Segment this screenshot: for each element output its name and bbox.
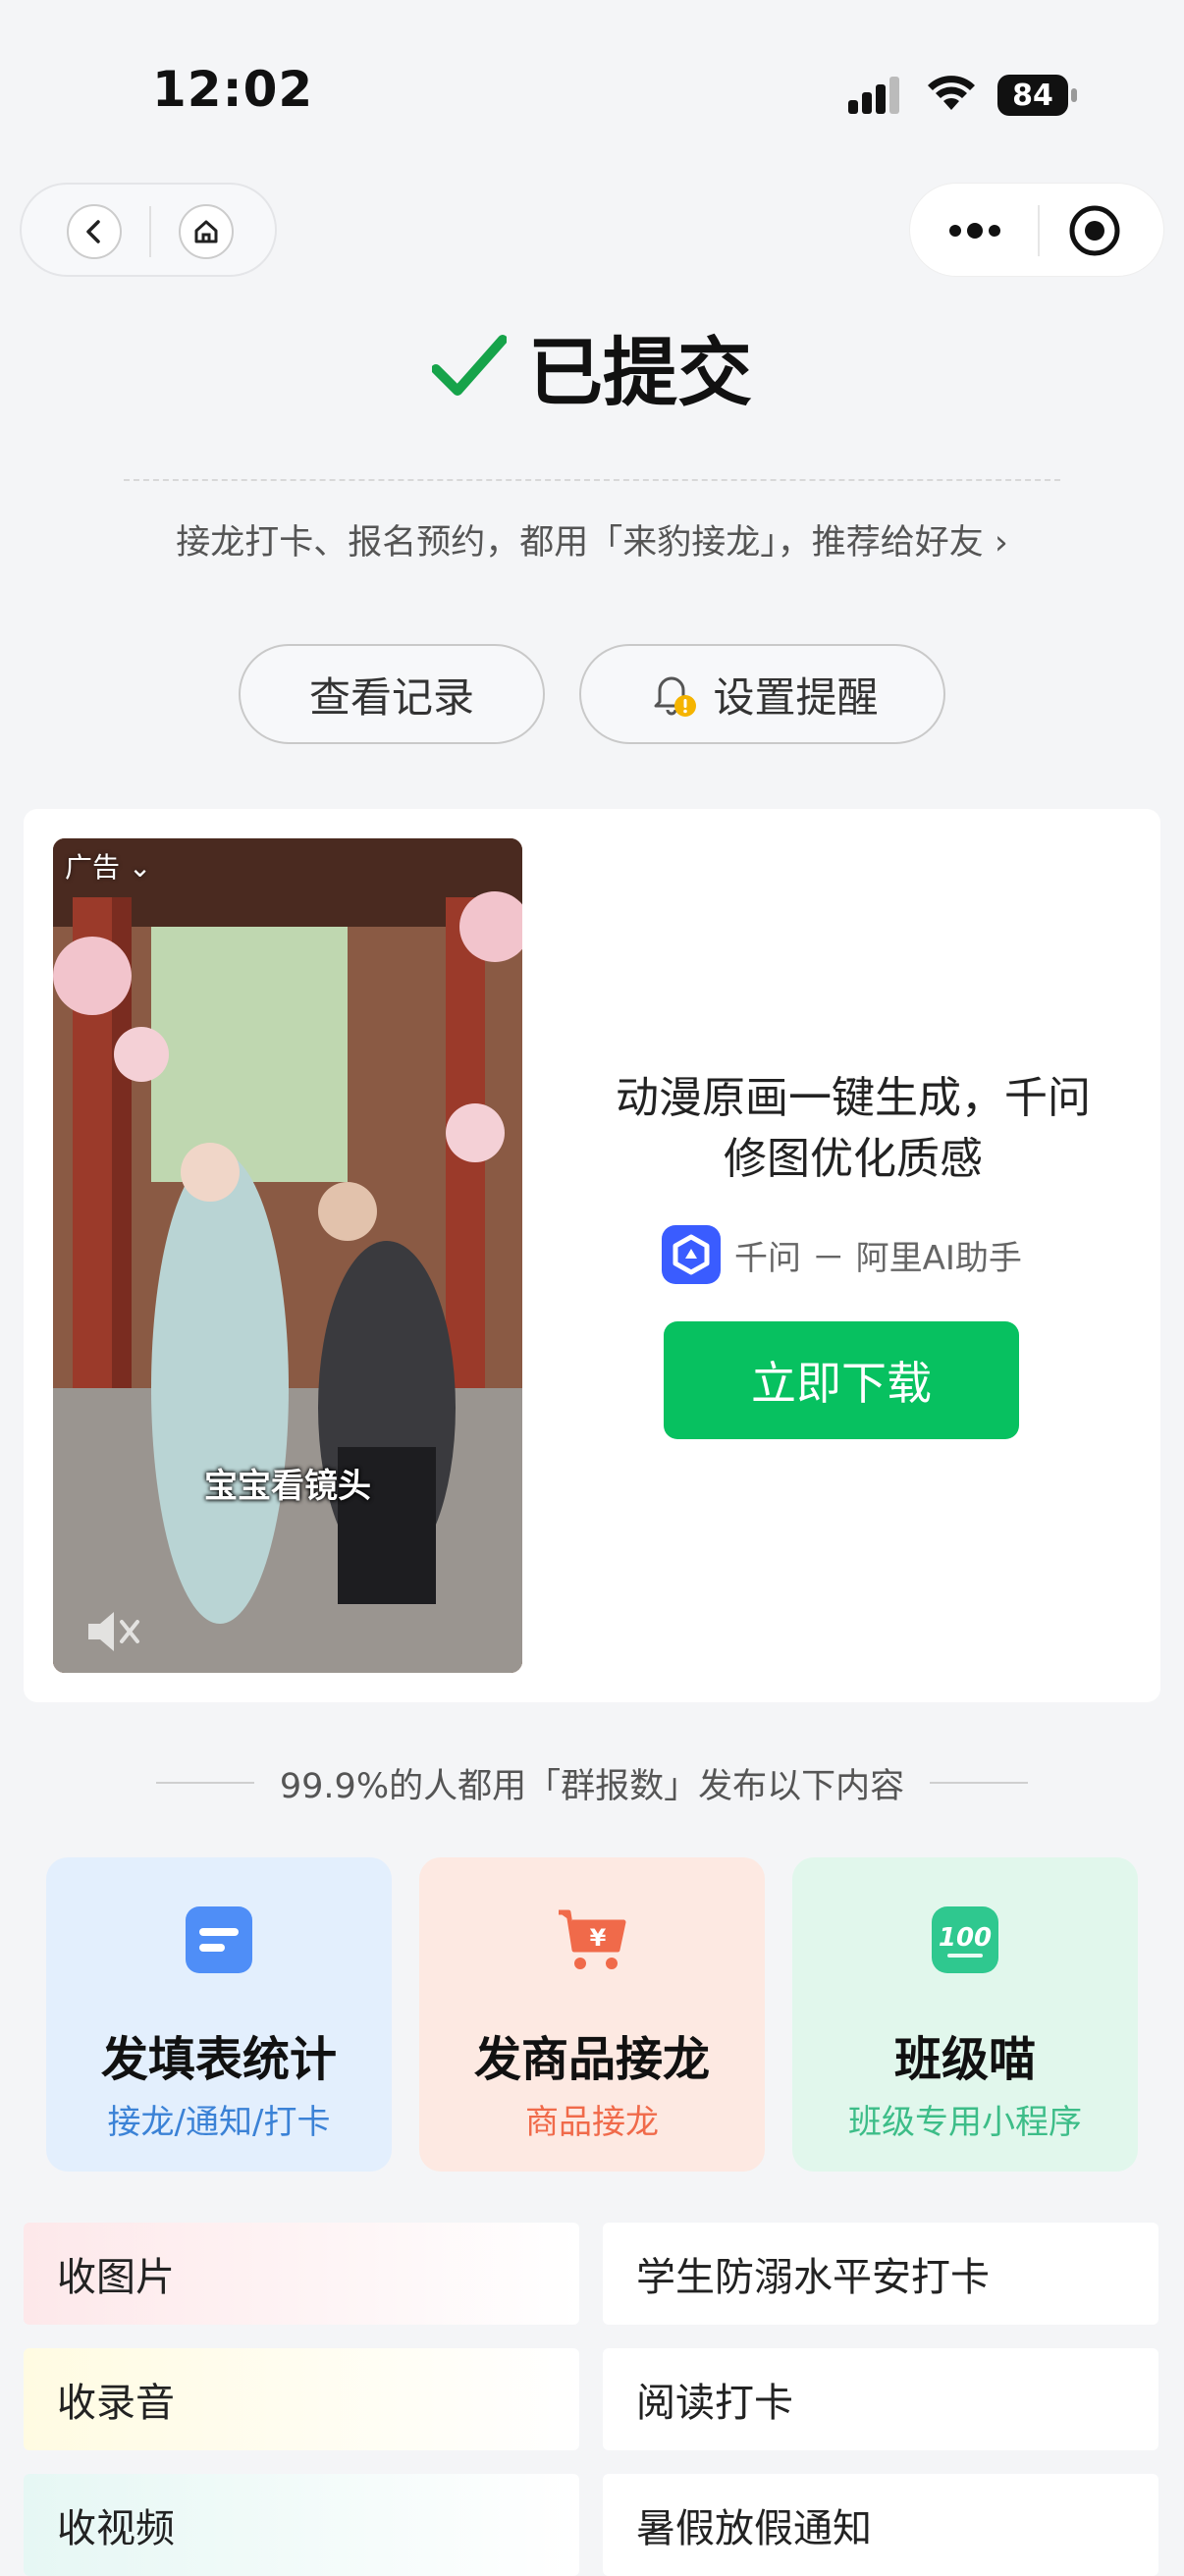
- shopping-cart-icon: ¥: [559, 1909, 626, 1969]
- section-title: 99.9%的人都用「群报数」发布以下内容: [0, 1753, 1184, 1812]
- svg-text:¥: ¥: [590, 1924, 607, 1952]
- back-chevron-icon: [86, 220, 100, 243]
- set-reminder-button[interactable]: 设置提醒: [579, 644, 945, 744]
- ad-card[interactable]: 广告 ⌄ 宝宝看镜头 动漫原画一键生成，千问 修图优化质感 千问 － 阿里AI助…: [24, 809, 1160, 1702]
- feature-title: 发商品接龙: [473, 2032, 710, 2087]
- feature-title: 发填表统计: [100, 2032, 337, 2087]
- list-item-collect-audio[interactable]: 收录音: [24, 2348, 579, 2450]
- feature-title: 班级喵: [893, 2032, 1036, 2087]
- page-title: 已提交: [528, 329, 752, 416]
- recommend-link[interactable]: 接龙打卡、报名预约，都用「来豹接龙」，推荐给好友 ›: [0, 514, 1184, 564]
- section-title-text: 99.9%的人都用「群报数」发布以下内容: [279, 1766, 905, 1806]
- battery-icon: 84: [997, 75, 1077, 116]
- view-records-button[interactable]: 查看记录: [239, 644, 545, 744]
- home-button[interactable]: [179, 204, 234, 259]
- back-button[interactable]: [67, 204, 122, 259]
- signal-icon: [848, 77, 899, 114]
- feature-card-form[interactable]: 发填表统计 接龙/通知/打卡: [46, 1857, 392, 2172]
- list-item-collect-video[interactable]: 收视频: [24, 2474, 579, 2576]
- home-icon: [194, 220, 218, 243]
- feature-subtitle: 商品接龙: [525, 2103, 659, 2142]
- miniprogram-capsule: [909, 183, 1164, 277]
- bell-warning-icon: [654, 676, 697, 717]
- feature-subtitle: 班级专用小程序: [848, 2103, 1082, 2142]
- ad-brand: 千问 － 阿里AI助手: [662, 1225, 1022, 1284]
- list-item-swim-safety[interactable]: 学生防溺水平安打卡: [603, 2223, 1158, 2325]
- form-doc-icon: [186, 1906, 252, 1973]
- battery-level: 84: [997, 75, 1068, 116]
- ad-headline: 动漫原画一键生成，千问 修图优化质感: [616, 1073, 1091, 1184]
- ad-video-frame: [53, 838, 522, 1673]
- ad-video[interactable]: 广告 ⌄ 宝宝看镜头: [53, 838, 522, 1673]
- qianwen-logo-icon: [662, 1225, 721, 1284]
- list-item-collect-images[interactable]: 收图片: [24, 2223, 579, 2325]
- ad-brand-name: 千问 － 阿里AI助手: [734, 1238, 1022, 1278]
- feature-subtitle: 接龙/通知/打卡: [107, 2103, 331, 2142]
- ad-video-caption: 宝宝看镜头: [204, 1467, 371, 1506]
- nav-capsule: [20, 183, 277, 277]
- submitted-header: 已提交: [0, 312, 1184, 420]
- score-100-icon: 100: [932, 1906, 998, 1973]
- more-dots-icon[interactable]: [943, 207, 1006, 254]
- ad-tag[interactable]: 广告 ⌄: [65, 846, 151, 886]
- list-item-summer-notice[interactable]: 暑假放假通知: [603, 2474, 1158, 2576]
- svg-text:100: 100: [939, 1923, 992, 1953]
- status-time: 12:02: [152, 61, 314, 118]
- wifi-icon: [928, 76, 975, 110]
- status-bar: 12:02 84: [0, 0, 1184, 187]
- list-item-reading[interactable]: 阅读打卡: [603, 2348, 1158, 2450]
- dashed-divider: [124, 479, 1060, 481]
- mute-icon[interactable]: [82, 1606, 141, 1657]
- feature-card-goods[interactable]: ¥ 发商品接龙 商品接龙: [419, 1857, 765, 2172]
- set-reminder-label: 设置提醒: [713, 672, 879, 722]
- feature-card-class[interactable]: 100 班级喵 班级专用小程序: [792, 1857, 1138, 2172]
- miniprogram-close-icon[interactable]: [1067, 203, 1122, 258]
- section-title-line-left: [155, 1782, 254, 1784]
- ad-download-button[interactable]: 立即下载: [664, 1321, 1019, 1439]
- check-icon: [432, 335, 507, 396]
- view-records-label: 查看记录: [308, 672, 474, 722]
- section-title-line-right: [930, 1782, 1029, 1784]
